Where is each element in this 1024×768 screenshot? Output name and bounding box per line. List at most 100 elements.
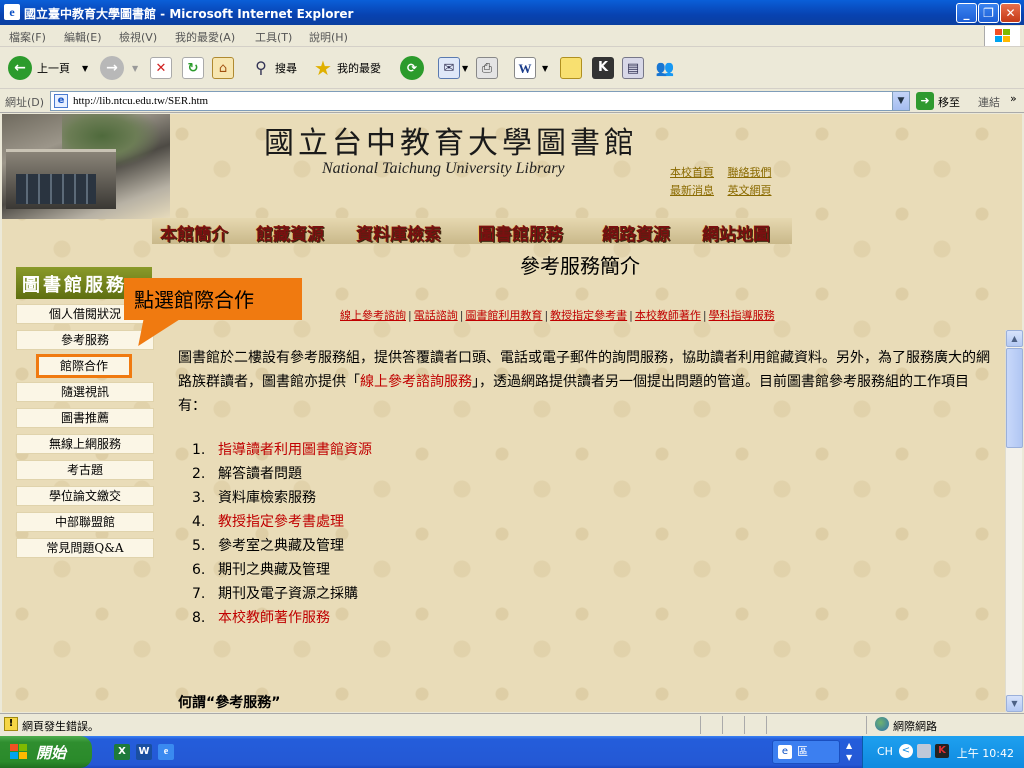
edit-word-button[interactable]: W ▼ [514,55,548,81]
start-button[interactable]: 開始 [0,736,92,768]
forward-button[interactable]: → ▼ [100,55,138,81]
list-text: 期刊之典藏及管理 [218,562,330,578]
scroll-down-button[interactable]: ▼ [1006,695,1023,712]
sidebar-item-alliance[interactable]: 中部聯盟館 [16,512,154,532]
scroll-thumb[interactable] [1006,348,1023,448]
nav-about[interactable]: 本館簡介 [160,220,228,245]
sublink-library-instruction[interactable]: 圖書館利用教育 [465,309,542,322]
print-icon: ⎙ [476,57,498,79]
refresh-icon: ↻ [182,57,204,79]
sublink-subject-guidance[interactable]: 學科指導服務 [709,309,775,322]
list-link[interactable]: 指導讀者利用圖書館資源 [218,442,372,458]
print-button[interactable]: ⎙ [476,55,498,81]
history-button[interactable]: ⟳ [400,55,424,81]
taskbar-scroll-icon[interactable]: ▲ ▼ [846,740,852,764]
sublink-faculty-works[interactable]: 本校教師著作 [635,309,701,322]
note-icon [560,57,582,79]
main-nav: 本館簡介 館藏資源 資料庫檢索 圖書館服務 網路資源 網站地圖 [152,218,792,245]
sublink-phone-reference[interactable]: 電話諮詢 [414,309,458,322]
list-number: 2. [192,466,206,482]
link-english[interactable]: 英文網頁 [728,184,772,197]
nav-collections[interactable]: 館藏資源 [256,220,324,245]
warning-icon[interactable]: ! [4,717,18,731]
page-heading: 參考服務簡介 [520,254,640,278]
menu-bar: 檔案(F) 編輯(E) 檢視(V) 我的最愛(A) 工具(T) 說明(H) [0,25,1024,47]
messenger-button[interactable]: 👥 [654,55,676,81]
list-item: 8. 本校教師著作服務 [192,606,372,630]
address-dropdown-icon[interactable]: ▼ [892,92,909,110]
discuss-button[interactable] [560,55,582,81]
nav-site-map[interactable]: 網站地圖 [702,220,770,245]
links-button[interactable]: 連結 [978,94,1000,110]
link-contact-us[interactable]: 聯絡我們 [728,166,772,179]
media-button[interactable]: ▤ [622,55,644,81]
link-news[interactable]: 最新消息 [670,184,714,197]
menu-favorites[interactable]: 我的最愛(A) [175,29,235,45]
excel-icon[interactable]: X [114,744,130,760]
back-arrow-icon: ← [8,56,32,80]
antivirus-icon[interactable]: K [935,744,949,758]
sidebar-item-thesis[interactable]: 學位論文繳交 [16,486,154,506]
nav-library-services[interactable]: 圖書館服務 [478,220,563,245]
go-arrow-icon[interactable]: ➜ [916,92,934,110]
ime-indicator[interactable]: CH [877,745,893,758]
refresh-button[interactable]: ↻ [182,55,204,81]
sublink-reserve-books[interactable]: 教授指定參考書 [550,309,627,322]
list-link[interactable]: 本校教師著作服務 [218,610,330,626]
word-quicklaunch-icon[interactable]: W [136,744,152,760]
address-input[interactable]: e http://lib.ntcu.edu.tw/SER.htm ▼ [50,91,910,111]
site-subtitle: National Taichung University Library [322,160,565,177]
toolbar: ← 上一頁 ▼ → ▼ ✕ ↻ ⌂ ⚲ 搜尋 ★ 我的最愛 ⟳ ✉ ▼ ⎙ W … [0,47,1024,89]
start-label: 開始 [36,744,67,762]
research-button[interactable]: K [592,55,614,81]
list-number: 1. [192,442,206,458]
list-link[interactable]: 教授指定參考書處理 [218,514,344,530]
list-number: 6. [192,562,206,578]
menu-view[interactable]: 檢視(V) [119,29,157,45]
title-bar: e 國立臺中教育大學圖書館 - Microsoft Internet Explo… [0,0,1024,25]
sublink-online-reference[interactable]: 線上參考諮詢 [340,309,406,322]
sidebar-item-interlibrary[interactable]: 館際合作 [36,354,132,378]
minimize-button[interactable]: _ [956,3,977,23]
list-item: 5. 參考室之典藏及管理 [192,534,372,558]
back-dropdown-icon[interactable]: ▼ [82,64,88,73]
sidebar-item-past-exams[interactable]: 考古題 [16,460,154,480]
address-url[interactable]: http://lib.ntcu.edu.tw/SER.htm [73,95,208,107]
list-item: 3. 資料庫檢索服務 [192,486,372,510]
search-button[interactable]: ⚲ 搜尋 [250,55,297,81]
links-chevron-icon[interactable]: » [1010,92,1017,105]
sidebar-item-vod[interactable]: 隨選視訊 [16,382,154,402]
network-icon[interactable] [917,744,931,758]
word-icon: W [514,57,536,79]
close-button[interactable]: ✕ [1000,3,1021,23]
nav-web-resources[interactable]: 網路資源 [602,220,670,245]
mail-button[interactable]: ✉ ▼ [438,55,468,81]
menu-edit[interactable]: 編輯(E) [64,29,102,45]
ie-quicklaunch-icon[interactable]: e [158,744,174,760]
back-button[interactable]: ← 上一頁 ▼ [8,55,88,81]
sidebar-item-wireless[interactable]: 無線上網服務 [16,434,154,454]
nav-databases[interactable]: 資料庫檢索 [356,220,441,245]
vertical-scrollbar[interactable]: ▲ ▼ [1005,330,1023,712]
taskbar-ie-task[interactable]: e 區 [772,740,840,764]
edit-dropdown-icon: ▼ [542,63,549,73]
restore-button[interactable]: ❐ [978,3,999,23]
stop-button[interactable]: ✕ [150,55,172,81]
scroll-up-button[interactable]: ▲ [1006,330,1023,347]
link-school-home[interactable]: 本校首頁 [670,166,714,179]
menu-file[interactable]: 檔案(F) [9,29,46,45]
favorites-star-icon: ★ [314,56,332,80]
go-button[interactable]: 移至 [938,94,960,110]
favorites-button[interactable]: ★ 我的最愛 [312,55,381,81]
list-item: 4. 教授指定參考書處理 [192,510,372,534]
search-label: 搜尋 [275,62,297,75]
menu-tools[interactable]: 工具(T) [255,29,292,45]
intro-link-online-reference[interactable]: 線上參考諮詢服務 [360,374,472,390]
tray-arrow-icon[interactable]: < [899,744,913,758]
task-label: 區 [797,745,808,758]
sidebar-item-faq[interactable]: 常見問題Q&A [16,538,154,558]
sidebar-item-book-recommend[interactable]: 圖書推薦 [16,408,154,428]
list-number: 8. [192,610,206,626]
menu-help[interactable]: 說明(H) [309,29,348,45]
home-button[interactable]: ⌂ [212,55,234,81]
